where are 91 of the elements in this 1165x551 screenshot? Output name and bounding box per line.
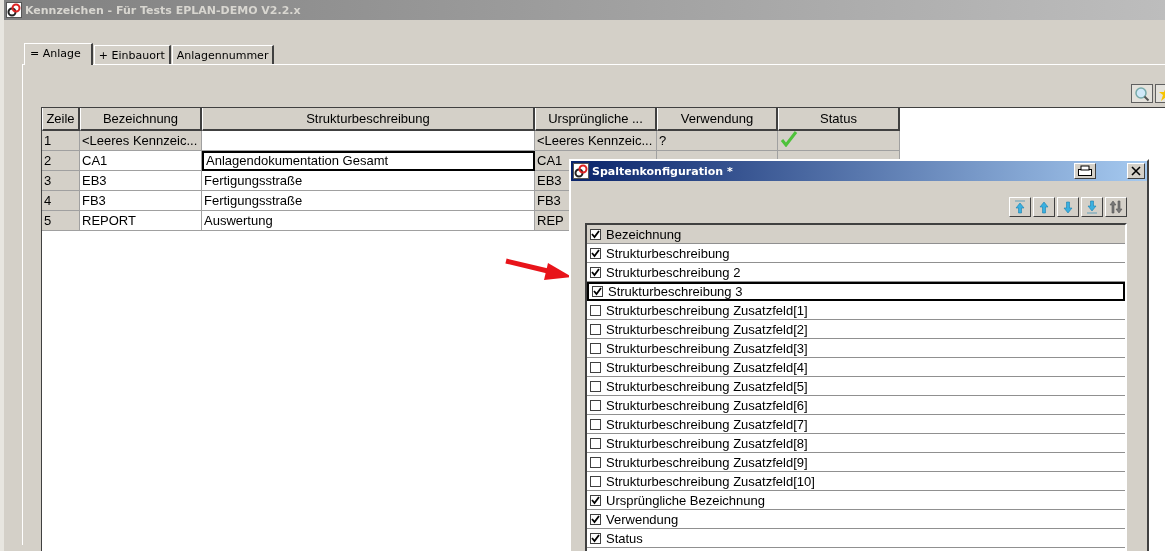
item-label: Strukturbeschreibung 2 — [606, 264, 741, 280]
search-button[interactable] — [1131, 84, 1153, 103]
table-cell: REPORT — [80, 211, 202, 231]
window-title: Kennzeichen - Für Tests EPLAN-DEMO V2.2.x — [25, 3, 301, 17]
list-item[interactable]: Strukturbeschreibung Zusatzfeld[5] — [587, 377, 1125, 396]
list-item[interactable]: Ursprüngliche Bezeichnung — [587, 491, 1125, 510]
swap-arrows-icon — [1108, 199, 1124, 215]
tab[interactable]: Anlagennummer — [171, 45, 275, 64]
table-cell: CA1 — [80, 151, 202, 171]
row-number: 4 — [42, 191, 80, 211]
item-label: Strukturbeschreibung Zusatzfeld[3] — [606, 340, 808, 356]
item-label: Strukturbeschreibung Zusatzfeld[5] — [606, 378, 808, 394]
column-header[interactable]: Verwendung — [657, 108, 778, 131]
item-label: Ursprüngliche Bezeichnung — [606, 492, 765, 508]
table-cell: Fertigungsstraße — [202, 171, 535, 191]
list-item[interactable]: Strukturbeschreibung Zusatzfeld[6] — [587, 396, 1125, 415]
app-icon — [573, 163, 589, 179]
list-item[interactable]: Strukturbeschreibung — [587, 244, 1125, 263]
list-item[interactable]: Strukturbeschreibung Zusatzfeld[3] — [587, 339, 1125, 358]
list-item[interactable]: Strukturbeschreibung Zusatzfeld[10] — [587, 472, 1125, 491]
list-item[interactable]: Strukturbeschreibung Zusatzfeld[9] — [587, 453, 1125, 472]
checkbox[interactable] — [590, 399, 601, 411]
table-cell: Auswertung — [202, 211, 535, 231]
item-label: Strukturbeschreibung 3 — [608, 284, 743, 299]
move-button[interactable] — [1057, 197, 1079, 217]
item-label: Verwendung — [606, 511, 679, 527]
checkbox[interactable] — [590, 437, 601, 449]
arrow-icon — [1036, 199, 1052, 215]
column-header[interactable]: Ursprüngliche ... — [535, 108, 657, 131]
column-header[interactable]: Bezeichnung — [80, 108, 202, 131]
table-cell: EB3 — [80, 171, 202, 191]
move-button[interactable] — [1009, 197, 1031, 217]
checkmark-icon — [780, 131, 798, 147]
list-item[interactable]: Verwendung — [587, 510, 1125, 529]
checkbox[interactable] — [590, 418, 601, 430]
tab[interactable]: = Anlage — [24, 43, 93, 65]
checkbox[interactable] — [592, 286, 603, 297]
checkbox[interactable] — [590, 380, 601, 392]
item-label: Strukturbeschreibung Zusatzfeld[1] — [606, 302, 808, 318]
row-number: 5 — [42, 211, 80, 231]
checkbox[interactable] — [590, 304, 601, 316]
table-cell: <Leeres Kennzeic... — [535, 131, 657, 151]
item-label: Strukturbeschreibung Zusatzfeld[6] — [606, 397, 808, 413]
table-cell: Anlagendokumentation Gesamt — [202, 151, 535, 171]
tab[interactable]: + Einbauort — [93, 45, 171, 64]
move-button[interactable] — [1033, 197, 1055, 217]
checkbox[interactable] — [590, 342, 601, 354]
checkbox[interactable] — [590, 494, 601, 506]
list-item[interactable]: Strukturbeschreibung Zusatzfeld[1] — [587, 301, 1125, 320]
list-item[interactable]: Strukturbeschreibung Zusatzfeld[8] — [587, 434, 1125, 453]
list-item[interactable]: Status — [587, 529, 1125, 548]
arrow-icon — [1012, 199, 1028, 215]
table-cell: Fertigungsstraße — [202, 191, 535, 211]
column-header[interactable]: Strukturbeschreibung — [202, 108, 535, 131]
table-cell: FB3 — [80, 191, 202, 211]
item-label: Status — [606, 530, 643, 546]
row-number: 2 — [42, 151, 80, 171]
move-button[interactable] — [1081, 197, 1103, 217]
item-label: Strukturbeschreibung Zusatzfeld[10] — [606, 473, 815, 489]
checkbox[interactable] — [590, 361, 601, 373]
app-icon — [6, 2, 22, 18]
item-label: Strukturbeschreibung Zusatzfeld[7] — [606, 416, 808, 432]
print-button[interactable] — [1074, 163, 1096, 179]
close-button[interactable] — [1127, 163, 1145, 179]
item-label: Strukturbeschreibung — [606, 245, 730, 261]
arrow-icon — [1060, 199, 1076, 215]
item-label: Strukturbeschreibung Zusatzfeld[9] — [606, 454, 808, 470]
arrow-icon — [1084, 199, 1100, 215]
checkbox[interactable] — [590, 323, 601, 335]
list-item[interactable]: Strukturbeschreibung 3 — [587, 282, 1125, 301]
checkbox[interactable] — [590, 475, 601, 487]
list-item[interactable]: Strukturbeschreibung Zusatzfeld[4] — [587, 358, 1125, 377]
row-number: 3 — [42, 171, 80, 191]
checkbox[interactable] — [590, 266, 601, 278]
item-label: Strukturbeschreibung Zusatzfeld[4] — [606, 359, 808, 375]
checkbox[interactable] — [590, 456, 601, 468]
column-header[interactable]: Status — [778, 108, 900, 131]
checkbox[interactable] — [590, 247, 601, 259]
checkbox[interactable] — [590, 513, 601, 525]
row-number: 1 — [42, 131, 80, 151]
list-item[interactable]: Strukturbeschreibung 2 — [587, 263, 1125, 282]
list-item[interactable]: Bezeichnung — [587, 225, 1125, 244]
column-header[interactable]: Zeile — [42, 108, 80, 131]
item-label: Strukturbeschreibung Zusatzfeld[8] — [606, 435, 808, 451]
list-item[interactable]: Strukturbeschreibung Zusatzfeld[2] — [587, 320, 1125, 339]
table-cell: ? — [657, 131, 778, 151]
checkbox[interactable] — [590, 532, 601, 544]
table-cell: <Leeres Kennzeic... — [80, 131, 202, 151]
item-label: Strukturbeschreibung Zusatzfeld[2] — [606, 321, 808, 337]
checkbox[interactable] — [590, 228, 601, 240]
list-item[interactable]: Strukturbeschreibung Zusatzfeld[7] — [587, 415, 1125, 434]
